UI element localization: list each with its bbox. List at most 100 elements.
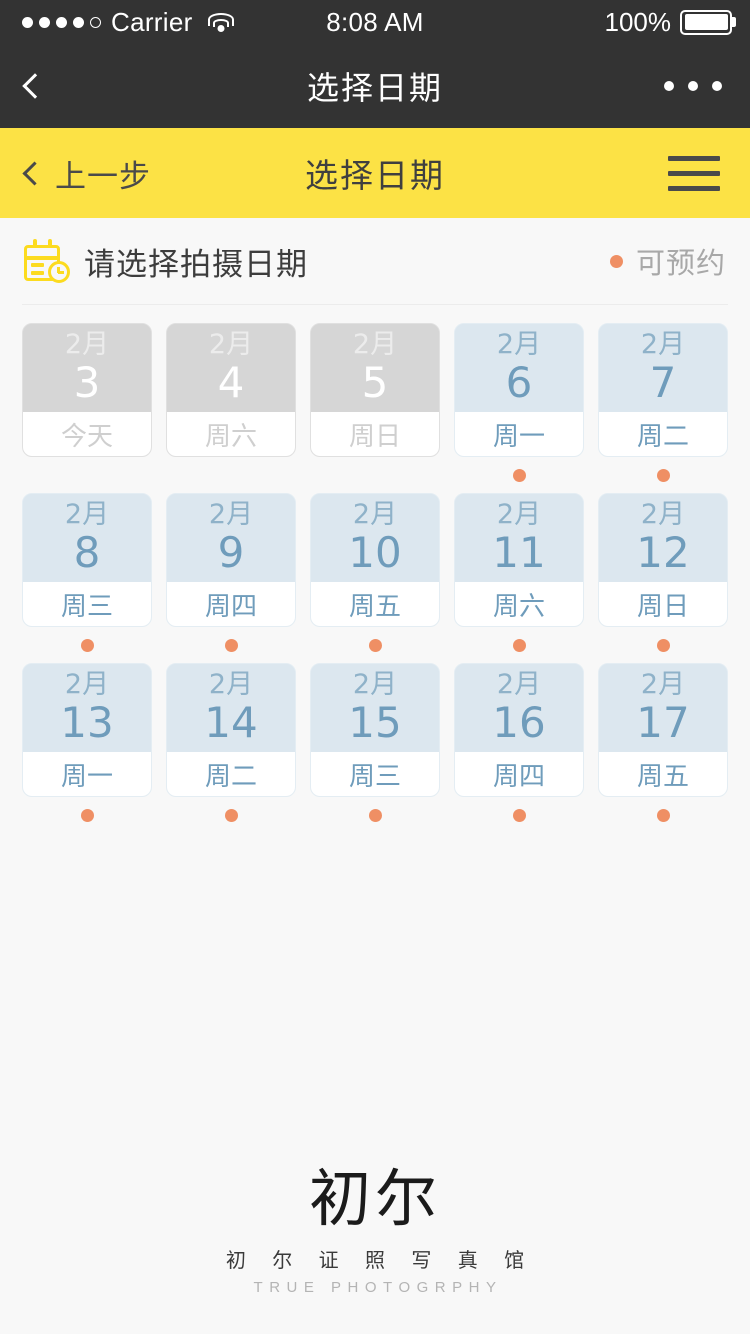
date-day: 9: [217, 528, 245, 578]
date-month: 2月: [208, 498, 254, 530]
date-day: 6: [505, 358, 533, 408]
section-header: 请选择拍摄日期 可预约: [0, 218, 750, 304]
date-card-top: 2月 7: [599, 324, 727, 412]
date-cell[interactable]: 2月 10 周五: [310, 493, 440, 663]
date-weekday: 周三: [23, 582, 151, 626]
legend-dot-icon: [609, 254, 623, 268]
date-card-top: 2月 8: [23, 494, 151, 582]
date-cell[interactable]: 2月 17 周五: [598, 663, 728, 833]
date-weekday: 周二: [599, 412, 727, 456]
date-weekday: 周二: [167, 752, 295, 796]
date-month: 2月: [496, 498, 542, 530]
date-day: 4: [217, 358, 245, 408]
date-card[interactable]: 2月 9 周四: [166, 493, 296, 627]
date-card-top: 2月 4: [167, 324, 295, 412]
date-cell[interactable]: 2月 16 周四: [454, 663, 584, 833]
date-card[interactable]: 2月 10 周五: [310, 493, 440, 627]
availability-marker: [512, 627, 526, 663]
date-weekday: 周日: [311, 412, 439, 456]
availability-marker: [656, 797, 670, 833]
date-weekday: 周六: [167, 412, 295, 456]
status-bar-time: 8:08 AM: [326, 6, 424, 37]
date-month: 2月: [208, 668, 254, 700]
date-day: 14: [204, 698, 258, 748]
availability-marker: [80, 797, 94, 833]
date-card[interactable]: 2月 8 周三: [22, 493, 152, 627]
navigation-bar: 选择日期: [0, 44, 750, 128]
date-cell: 2月 4 周六: [166, 323, 296, 493]
date-weekday: 周日: [599, 582, 727, 626]
date-day: 3: [73, 358, 101, 408]
date-weekday: 周三: [311, 752, 439, 796]
date-card: 2月 5 周日: [310, 323, 440, 457]
date-grid: 2月 3 今天 2月 4 周六 2月 5 周日 2月 6 周一 2月 7 周二 2月 8 周三 2月 9 周四 2月 10 周…: [0, 305, 750, 833]
date-card[interactable]: 2月 12 周日: [598, 493, 728, 627]
date-cell[interactable]: 2月 6 周一: [454, 323, 584, 493]
date-card-top: 2月 5: [311, 324, 439, 412]
date-card-top: 2月 9: [167, 494, 295, 582]
date-card: 2月 4 周六: [166, 323, 296, 457]
availability-marker: [512, 797, 526, 833]
date-cell[interactable]: 2月 14 周二: [166, 663, 296, 833]
availability-marker: [656, 627, 670, 663]
date-card[interactable]: 2月 6 周一: [454, 323, 584, 457]
status-bar: Carrier 8:08 AM 100%: [0, 0, 750, 44]
date-month: 2月: [352, 498, 398, 530]
date-day: 13: [60, 698, 114, 748]
brand-name-cn: 初 尔 证 照 写 真 馆: [225, 1248, 535, 1272]
app-screen: Carrier 8:08 AM 100% 选择日期 上一步 选择日期 请选择拍摄…: [0, 0, 750, 1334]
date-day: 15: [348, 698, 402, 748]
date-cell[interactable]: 2月 7 周二: [598, 323, 728, 493]
date-month: 2月: [640, 328, 686, 360]
battery-icon: [680, 9, 732, 35]
availability-marker: [656, 457, 670, 493]
date-day: 16: [492, 698, 546, 748]
date-cell[interactable]: 2月 11 周六: [454, 493, 584, 663]
date-card[interactable]: 2月 14 周二: [166, 663, 296, 797]
date-card[interactable]: 2月 15 周三: [310, 663, 440, 797]
chevron-left-icon: [22, 160, 47, 186]
date-weekday: 周五: [311, 582, 439, 626]
date-month: 2月: [64, 498, 110, 530]
date-month: 2月: [208, 328, 254, 360]
date-month: 2月: [496, 668, 542, 700]
availability-marker: [224, 797, 238, 833]
date-day: 5: [361, 358, 389, 408]
date-cell[interactable]: 2月 8 周三: [22, 493, 152, 663]
date-cell[interactable]: 2月 9 周四: [166, 493, 296, 663]
date-card-top: 2月 6: [455, 324, 583, 412]
legend-label: 可预约: [635, 246, 726, 280]
availability-marker: [512, 457, 526, 493]
date-month: 2月: [64, 328, 110, 360]
date-card: 2月 3 今天: [22, 323, 152, 457]
date-cell[interactable]: 2月 15 周三: [310, 663, 440, 833]
date-card-top: 2月 14: [167, 664, 295, 752]
date-month: 2月: [640, 668, 686, 700]
date-card[interactable]: 2月 7 周二: [598, 323, 728, 457]
nav-title: 选择日期: [306, 69, 443, 107]
availability-marker: [368, 627, 382, 663]
date-weekday: 今天: [23, 412, 151, 456]
date-month: 2月: [496, 328, 542, 360]
date-card[interactable]: 2月 17 周五: [598, 663, 728, 797]
date-month: 2月: [64, 668, 110, 700]
date-card[interactable]: 2月 16 周四: [454, 663, 584, 797]
section-title: 请选择拍摄日期: [84, 246, 308, 283]
date-weekday: 周一: [23, 752, 151, 796]
previous-step-button[interactable]: 上一步: [0, 151, 151, 196]
date-card[interactable]: 2月 11 周六: [454, 493, 584, 627]
hamburger-menu-button[interactable]: [668, 155, 750, 191]
date-card-top: 2月 3: [23, 324, 151, 412]
date-card-top: 2月 15: [311, 664, 439, 752]
date-card[interactable]: 2月 13 周一: [22, 663, 152, 797]
date-month: 2月: [352, 328, 398, 360]
date-day: 7: [649, 358, 677, 408]
date-day: 11: [492, 528, 546, 578]
date-cell[interactable]: 2月 13 周一: [22, 663, 152, 833]
date-card-top: 2月 13: [23, 664, 151, 752]
date-card-top: 2月 12: [599, 494, 727, 582]
date-cell[interactable]: 2月 12 周日: [598, 493, 728, 663]
date-day: 8: [73, 528, 101, 578]
date-weekday: 周四: [455, 752, 583, 796]
date-day: 10: [348, 528, 402, 578]
